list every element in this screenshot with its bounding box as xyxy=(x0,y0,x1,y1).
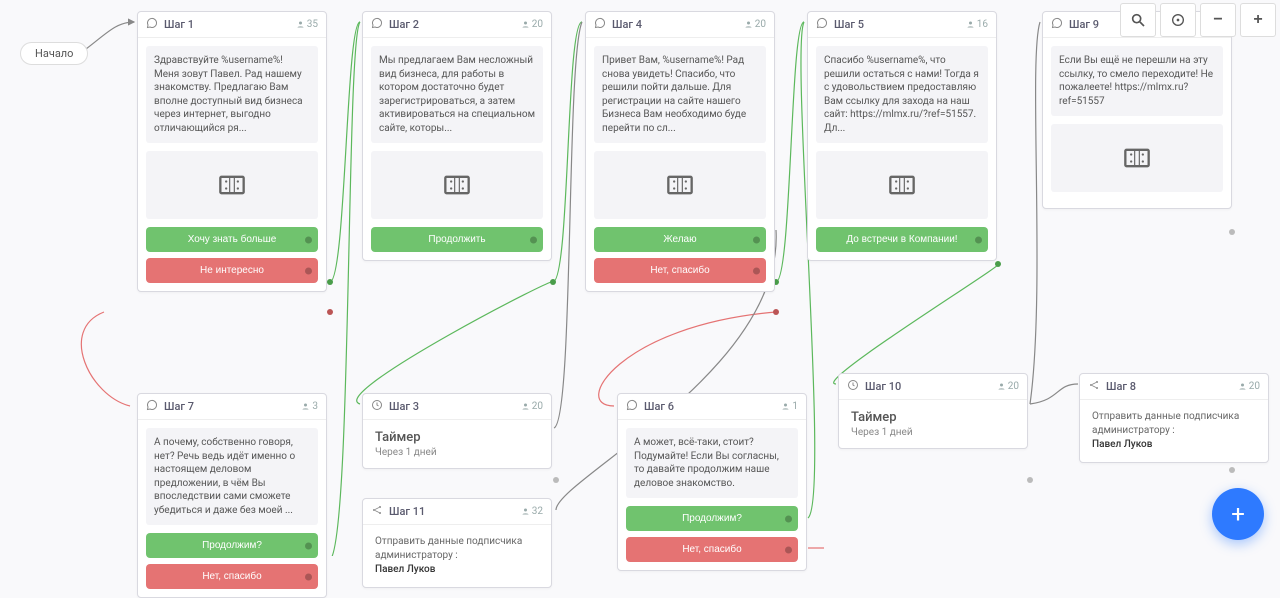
reply-btn-negative[interactable]: Нет, спасибо xyxy=(626,537,798,562)
share-icon xyxy=(371,504,383,519)
subscriber-count: 1 xyxy=(781,401,798,412)
media-placeholder xyxy=(594,151,766,219)
message-text: Привет Вам, %username%! Рад снова увидет… xyxy=(594,46,766,143)
node-title: Шаг 4 xyxy=(612,18,744,31)
reply-btn-positive[interactable]: Продолжим? xyxy=(626,506,798,531)
message-text: А почему, собственно говоря, нет? Речь в… xyxy=(146,428,318,525)
timer-sub: Через 1 дней xyxy=(375,447,539,458)
node-step-1[interactable]: Шаг 1 35 Здравствуйте %username%! Меня з… xyxy=(137,11,327,292)
subscriber-count: 20 xyxy=(997,381,1019,392)
chat-icon xyxy=(626,399,638,414)
subscriber-count: 20 xyxy=(521,401,543,412)
subscriber-count: 35 xyxy=(296,19,318,30)
center-button[interactable] xyxy=(1160,3,1196,37)
flow-canvas[interactable]: Начало Шаг 1 35 Здравствуйте %username%!… xyxy=(0,0,1280,556)
node-title: Шаг 7 xyxy=(164,400,301,413)
add-fab[interactable]: + xyxy=(1212,488,1264,540)
reply-btn-positive[interactable]: Желаю xyxy=(594,227,766,252)
subscriber-count: 32 xyxy=(521,506,543,517)
node-step-9[interactable]: Шаг 9 20 Если Вы ещё не перешли на эту с… xyxy=(1042,11,1232,209)
node-step-5[interactable]: Шаг 5 16 Спасибо %username%, что решили … xyxy=(807,11,997,261)
chat-icon xyxy=(146,399,158,414)
timer-sub: Через 1 дней xyxy=(851,427,1015,438)
clock-icon xyxy=(847,379,859,394)
node-title: Шаг 11 xyxy=(389,505,521,518)
message-text: Спасибо %username%, что решили остаться … xyxy=(816,46,988,143)
media-placeholder xyxy=(1051,124,1223,192)
node-step-2[interactable]: Шаг 2 20 Мы предлагаем Вам несложный вид… xyxy=(362,11,552,261)
chat-icon xyxy=(1051,17,1063,32)
node-step-4[interactable]: Шаг 4 20 Привет Вам, %username%! Рад сно… xyxy=(585,11,775,292)
node-title: Шаг 8 xyxy=(1106,380,1238,393)
timer-title: Таймер xyxy=(851,410,1015,425)
node-step-6[interactable]: Шаг 6 1 А может, всё-таки, стоит? Подума… xyxy=(617,393,807,571)
subscriber-count: 3 xyxy=(301,401,318,412)
reply-btn-positive[interactable]: Хочу знать больше xyxy=(146,227,318,252)
timer-title: Таймер xyxy=(375,430,539,445)
node-title: Шаг 3 xyxy=(389,400,521,413)
start-node[interactable]: Начало xyxy=(20,42,88,65)
node-title: Шаг 6 xyxy=(644,400,781,413)
clock-icon xyxy=(371,399,383,414)
zoom-out-button[interactable]: − xyxy=(1200,3,1236,37)
chat-icon xyxy=(146,17,158,32)
chat-icon xyxy=(594,17,606,32)
message-text: Если Вы ещё не перешли на эту ссылку, то… xyxy=(1051,46,1223,116)
node-step-11[interactable]: Шаг 11 32 Отправить данные подписчика ад… xyxy=(362,498,552,588)
admin-name: Павел Луков xyxy=(375,564,435,575)
subscriber-count: 16 xyxy=(966,19,988,30)
node-step-10[interactable]: Шаг 10 20 Таймер Через 1 дней xyxy=(838,373,1028,449)
search-button[interactable] xyxy=(1120,3,1156,37)
node-step-8[interactable]: Шаг 8 20 Отправить данные подписчика адм… xyxy=(1079,373,1269,463)
chat-icon xyxy=(371,17,383,32)
node-title: Шаг 5 xyxy=(834,18,966,31)
admin-text: Отправить данные подписчика администрато… xyxy=(375,535,539,563)
node-title: Шаг 1 xyxy=(164,18,296,31)
media-placeholder xyxy=(371,151,543,219)
reply-btn-negative[interactable]: Нет, спасибо xyxy=(594,258,766,283)
admin-text: Отправить данные подписчика администрато… xyxy=(1092,410,1256,438)
node-title: Шаг 2 xyxy=(389,18,521,31)
media-placeholder xyxy=(146,151,318,219)
toolbar: − + xyxy=(1120,3,1276,37)
message-text: Здравствуйте %username%! Меня зовут Паве… xyxy=(146,46,318,143)
share-icon xyxy=(1088,379,1100,394)
zoom-in-button[interactable]: + xyxy=(1240,3,1276,37)
reply-btn-positive[interactable]: До встречи в Компании! xyxy=(816,227,988,252)
subscriber-count: 20 xyxy=(744,19,766,30)
reply-btn-positive[interactable]: Продолжим? xyxy=(146,533,318,558)
media-placeholder xyxy=(816,151,988,219)
subscriber-count: 20 xyxy=(521,19,543,30)
node-step-7[interactable]: Шаг 7 3 А почему, собственно говоря, нет… xyxy=(137,393,327,598)
subscriber-count: 20 xyxy=(1238,381,1260,392)
chat-icon xyxy=(816,17,828,32)
reply-btn-negative[interactable]: Нет, спасибо xyxy=(146,564,318,589)
admin-name: Павел Луков xyxy=(1092,439,1152,450)
reply-btn-continue[interactable]: Продолжить xyxy=(371,227,543,252)
reply-btn-negative[interactable]: Не интересно xyxy=(146,258,318,283)
message-text: Мы предлагаем Вам несложный вид бизнеса,… xyxy=(371,46,543,143)
node-title: Шаг 10 xyxy=(865,380,997,393)
message-text: А может, всё-таки, стоит? Подумайте! Есл… xyxy=(626,428,798,498)
node-step-3[interactable]: Шаг 3 20 Таймер Через 1 дней xyxy=(362,393,552,469)
start-label: Начало xyxy=(35,47,73,60)
